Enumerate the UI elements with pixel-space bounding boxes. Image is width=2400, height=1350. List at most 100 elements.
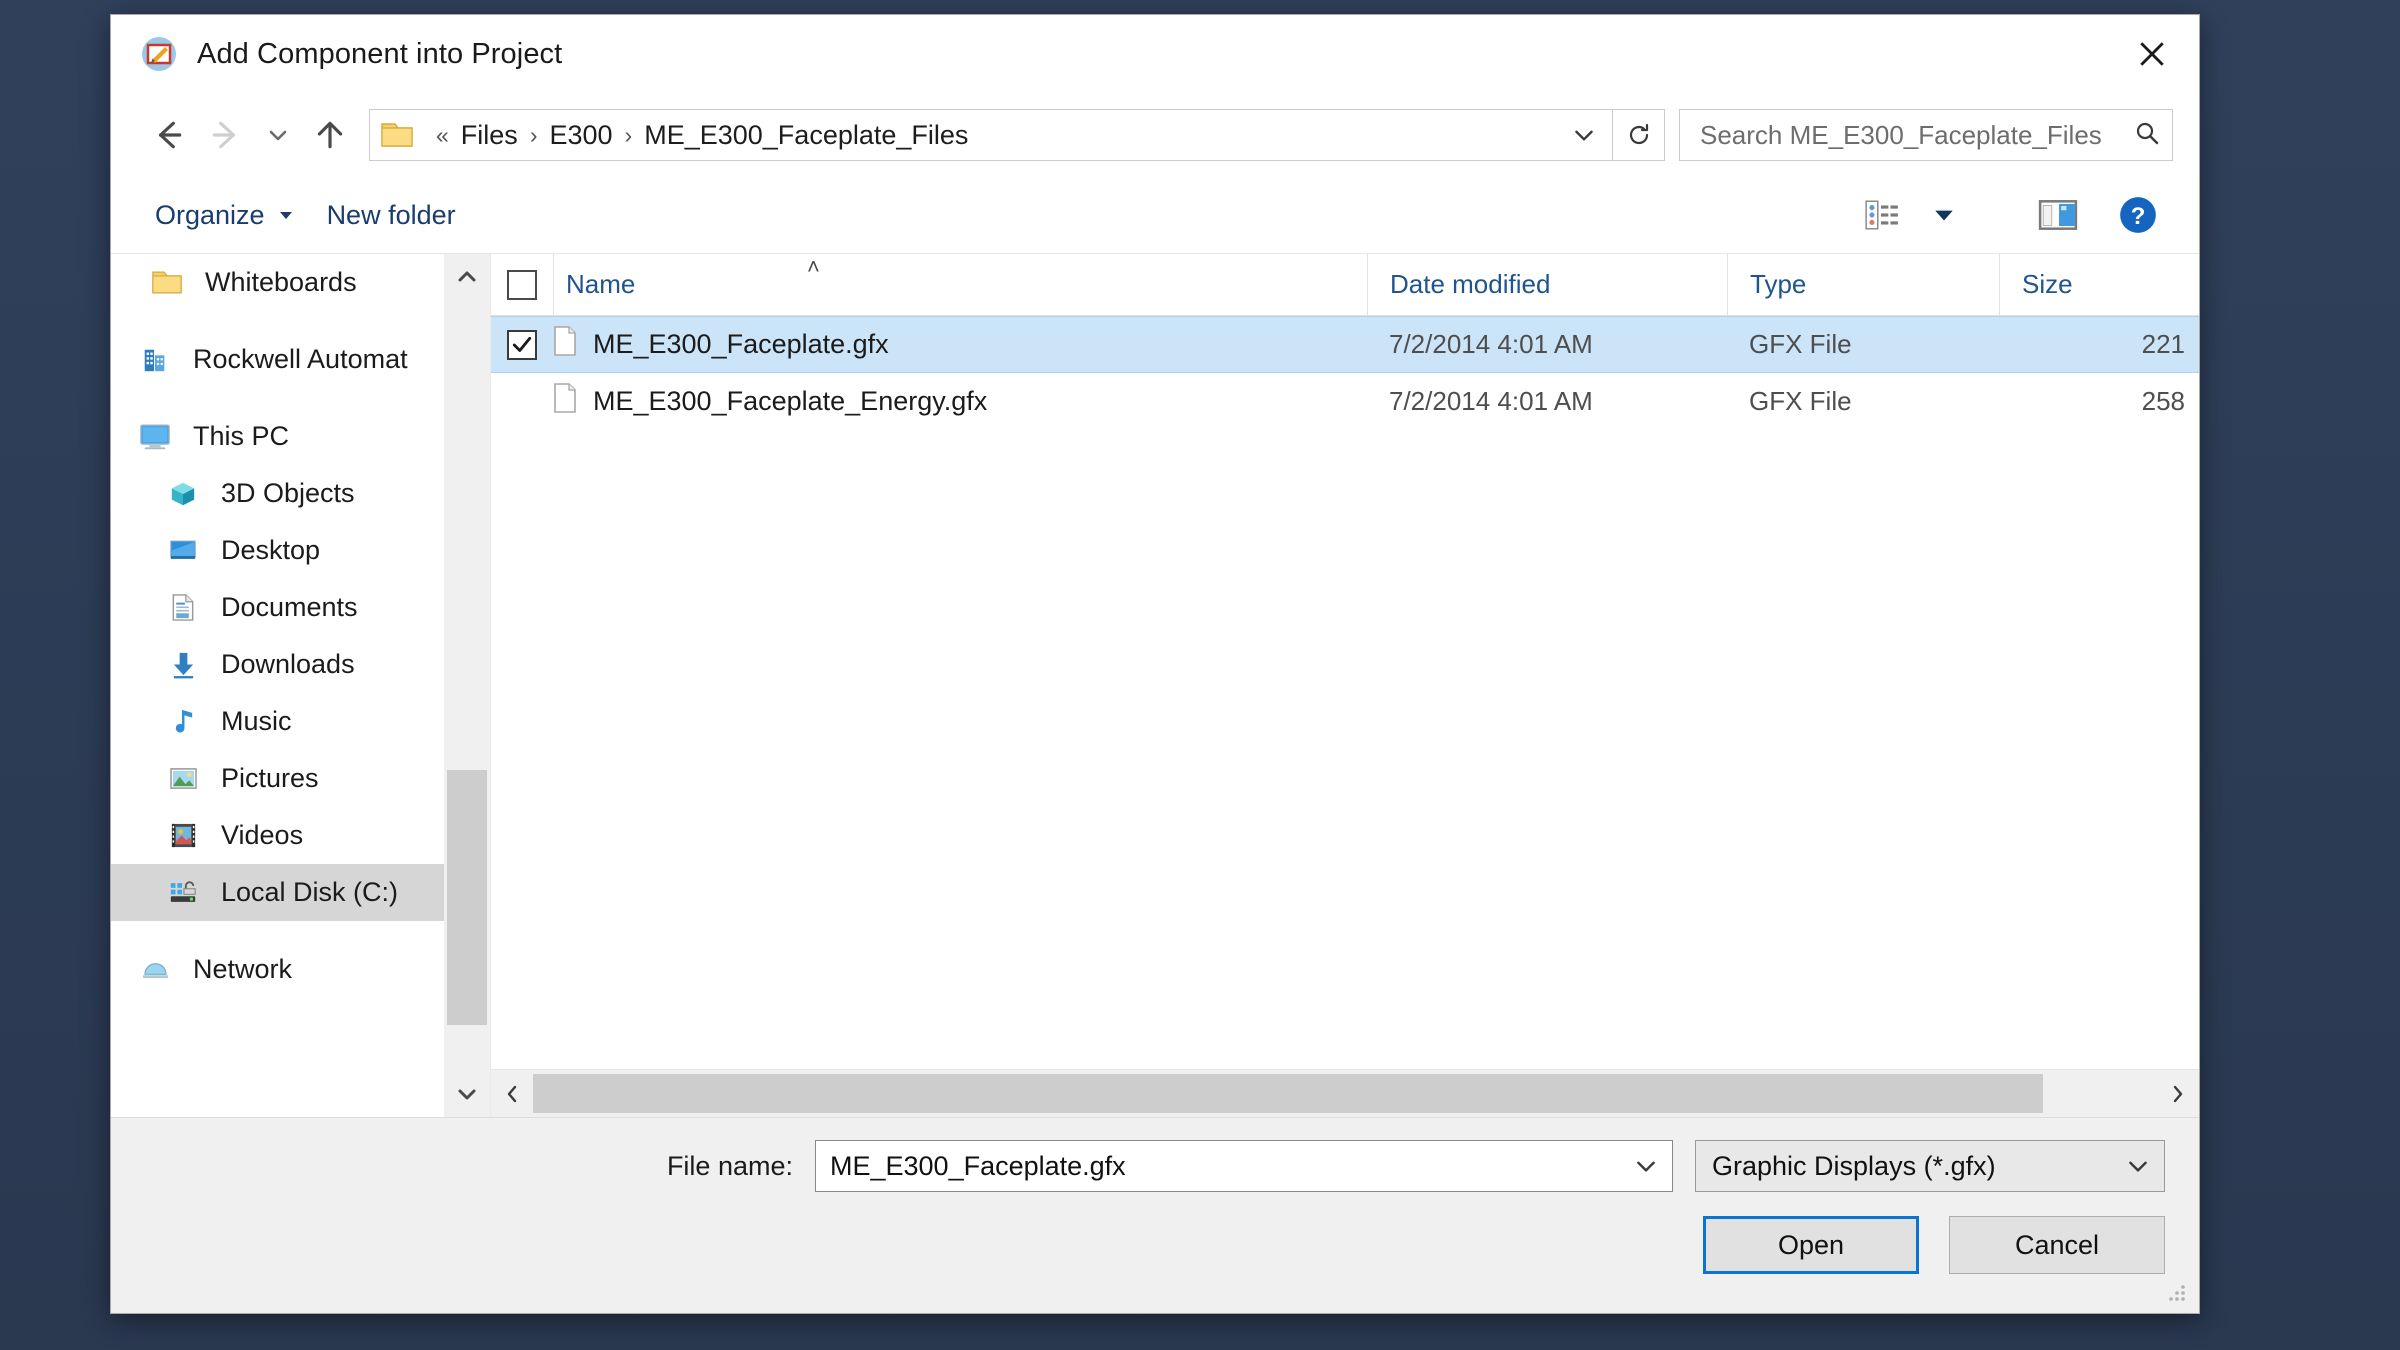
resize-grip[interactable] [2163,1279,2189,1305]
sidebar-item-desktop[interactable]: Desktop [111,522,444,579]
documents-icon [163,593,203,622]
recent-locations-button[interactable] [255,106,301,164]
help-icon[interactable]: ? [2107,187,2169,243]
filename-combobox[interactable] [815,1140,1673,1192]
scroll-right-button[interactable] [2157,1070,2199,1117]
add-component-dialog: Add Component into Project « Files › E30… [110,14,2200,1314]
sidebar-item-label: Desktop [221,535,321,565]
chevron-down-icon [277,200,295,231]
sidebar-item-label: Documents [221,592,358,622]
edit-image-icon [139,34,179,74]
breadcrumb: « Files › E300 › ME_E300_Faceplate_Files [426,120,1562,151]
scrollbar-track[interactable] [533,1070,2157,1117]
scrollbar-thumb[interactable] [447,770,487,1025]
file-type-cell: GFX File [1749,329,1852,359]
sidebar-item-documents[interactable]: Documents [111,579,444,636]
preview-pane-icon[interactable] [2027,187,2089,243]
select-all-header[interactable] [491,254,553,315]
gfx-file-icon [553,383,577,420]
sidebar-item-label: 3D Objects [221,478,355,508]
filename-input[interactable] [828,1149,1620,1183]
sidebar-item-network[interactable]: Network [111,941,444,998]
sidebar-item-label: Whiteboards [205,267,357,297]
refresh-button[interactable] [1613,109,1665,161]
close-button[interactable] [2105,15,2199,93]
file-size-cell: 258 [2141,386,2185,416]
select-all-checkbox[interactable] [507,269,537,300]
address-bar[interactable]: « Files › E300 › ME_E300_Faceplate_Files [369,109,1613,161]
breadcrumb-item-faceplate-files[interactable]: ME_E300_Faceplate_Files [642,120,970,151]
address-toolbar: « Files › E300 › ME_E300_Faceplate_Files [111,93,2199,177]
file-rows: ME_E300_Faceplate.gfx 7/2/2014 4:01 AM G… [491,316,2199,1069]
command-bar: Organize New folder ? [111,177,2199,253]
file-list-horizontal-scrollbar[interactable] [491,1069,2199,1117]
new-folder-button[interactable]: New folder [311,192,472,239]
search-box[interactable] [1679,109,2173,161]
breadcrumb-item-e300[interactable]: E300 [547,120,614,151]
filename-label: File name: [666,1150,793,1181]
file-type-filter[interactable]: Graphic Displays (*.gfx) [1695,1140,2165,1192]
file-type-filter-value: Graphic Displays (*.gfx) [1712,1150,1996,1181]
breadcrumb-separator: › [529,121,538,148]
sidebar-item-local-disk-c[interactable]: Local Disk (C:) [111,864,444,921]
dialog-body: Whiteboards Rockwell Automat This PC 3D … [111,253,2199,1117]
downloads-icon [163,650,203,679]
desktop-icon [163,538,203,563]
breadcrumb-dropdown-icon[interactable] [1562,110,1606,160]
scroll-up-button[interactable] [444,254,490,300]
monitor-icon [135,422,175,451]
up-button[interactable] [301,106,359,164]
building-icon [135,346,175,374]
column-header-row: ˄ Name Date modified Type Size [491,254,2199,316]
sidebar-item-this-pc[interactable]: This PC [111,408,444,465]
file-date-cell: 7/2/2014 4:01 AM [1389,386,1593,416]
sidebar-item-music[interactable]: Music [111,693,444,750]
scrollbar-track[interactable] [444,300,490,1071]
search-input[interactable] [1698,118,2134,152]
back-button[interactable] [139,106,197,164]
sidebar-item-pictures[interactable]: Pictures [111,750,444,807]
table-row[interactable]: ME_E300_Faceplate_Energy.gfx 7/2/2014 4:… [491,373,2199,430]
file-size-cell: 221 [2141,329,2185,359]
filter-dropdown-icon[interactable] [2112,1141,2164,1191]
sidebar-item-whiteboards[interactable]: Whiteboards [111,254,444,311]
column-header-type[interactable]: Type [1727,254,1999,315]
breadcrumb-overflow[interactable]: « [436,122,449,149]
filename-dropdown-icon[interactable] [1620,1141,1672,1191]
scroll-down-button[interactable] [444,1071,490,1117]
row-checkbox-cell[interactable] [491,329,553,360]
column-header-date-modified[interactable]: Date modified [1367,254,1727,315]
local-disk-icon [163,879,203,906]
table-row[interactable]: ME_E300_Faceplate.gfx 7/2/2014 4:01 AM G… [491,316,2199,373]
breadcrumb-item-files[interactable]: Files [459,120,520,151]
scroll-left-button[interactable] [491,1070,533,1117]
navigation-scrollbar[interactable] [444,254,490,1117]
sidebar-item-rockwell-automation[interactable]: Rockwell Automat [111,331,444,388]
window-title: Add Component into Project [197,37,563,70]
title-bar: Add Component into Project [111,15,2199,93]
view-dropdown-icon[interactable] [1913,187,1975,243]
videos-icon [163,822,203,849]
forward-button[interactable] [197,106,255,164]
open-button[interactable]: Open [1703,1216,1919,1274]
sidebar-item-label: Network [193,954,293,984]
sidebar-item-3d-objects[interactable]: 3D Objects [111,465,444,522]
sidebar-item-downloads[interactable]: Downloads [111,636,444,693]
sidebar-item-label: Music [221,706,292,736]
file-name-cell[interactable]: ME_E300_Faceplate_Energy.gfx [553,383,1367,420]
file-name-cell[interactable]: ME_E300_Faceplate.gfx [553,326,1367,363]
view-options-icon[interactable] [1851,187,1913,243]
file-name-label: ME_E300_Faceplate.gfx [593,329,889,359]
cancel-button[interactable]: Cancel [1949,1216,2165,1274]
row-checkbox-checked[interactable] [507,329,537,360]
scrollbar-thumb[interactable] [533,1074,2044,1113]
organize-button[interactable]: Organize [139,192,311,239]
folder-icon [380,121,414,149]
sidebar-item-videos[interactable]: Videos [111,807,444,864]
column-header-size[interactable]: Size [1999,254,2199,315]
music-icon [163,707,203,736]
column-header-name[interactable]: Name [553,254,1367,315]
dialog-footer: File name: Graphic Displays (*.gfx) [111,1117,2199,1313]
